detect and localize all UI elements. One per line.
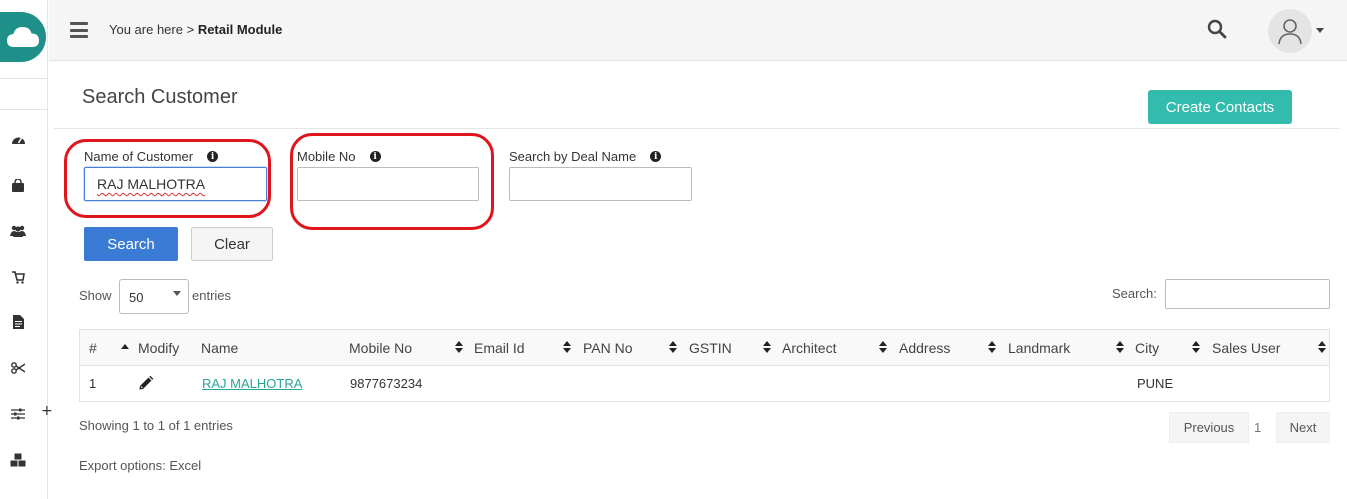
table-header: # Modify Name Mobile No Email Id PAN No … <box>80 330 1329 366</box>
sort-icon[interactable] <box>455 341 464 354</box>
scissors-icon[interactable] <box>10 360 26 376</box>
table-search-input[interactable] <box>1165 279 1330 309</box>
create-contacts-button[interactable]: Create Contacts <box>1148 90 1292 124</box>
breadcrumb-prefix: You are here > <box>109 22 195 37</box>
breadcrumb-current: Retail Module <box>197 22 283 37</box>
deal-name-label-text: Search by Deal Name <box>509 149 637 164</box>
top-bar: You are here > Retail Module <box>49 0 1347 61</box>
column-header-index[interactable]: # <box>89 340 97 356</box>
column-header-mobile[interactable]: Mobile No <box>349 340 412 356</box>
avatar[interactable] <box>1268 9 1312 53</box>
customer-name-label: Name of Customer i <box>84 149 219 164</box>
mobile-label-text: Mobile No <box>297 149 356 164</box>
row-city: PUNE <box>1137 376 1174 391</box>
table-search-label: Search: <box>1112 286 1157 301</box>
next-button[interactable]: Next <box>1276 412 1330 443</box>
info-icon[interactable]: i <box>650 151 662 162</box>
mobile-input[interactable] <box>297 167 479 201</box>
breadcrumb: You are here > Retail Module <box>109 21 282 39</box>
sort-icon[interactable] <box>763 341 772 354</box>
mobile-label: Mobile No i <box>297 149 381 164</box>
show-label: Show <box>79 288 112 303</box>
previous-button[interactable]: Previous <box>1169 412 1249 443</box>
user-menu-caret-icon[interactable] <box>1316 28 1324 33</box>
search-icon[interactable] <box>1207 19 1227 39</box>
sidebar-divider <box>0 78 48 79</box>
search-button[interactable]: Search <box>84 227 178 261</box>
customer-table: # Modify Name Mobile No Email Id PAN No … <box>79 329 1330 402</box>
row-index: 1 <box>89 376 97 391</box>
entries-select-value: 50 <box>129 290 144 305</box>
sidebar: + <box>0 0 53 499</box>
customer-name-link[interactable]: RAJ MALHOTRA <box>202 376 302 391</box>
column-header-modify: Modify <box>138 340 180 356</box>
cloud-logo[interactable] <box>0 12 46 62</box>
info-icon[interactable]: i <box>207 151 219 162</box>
expand-sidebar-icon[interactable]: + <box>41 403 53 419</box>
sort-icon[interactable] <box>988 341 997 354</box>
header-divider <box>54 128 1340 129</box>
column-header-address[interactable]: Address <box>899 340 950 356</box>
sort-icon[interactable] <box>563 341 572 354</box>
table-info: Showing 1 to 1 of 1 entries <box>79 418 233 433</box>
sidebar-divider <box>0 109 48 110</box>
column-header-sales-user[interactable]: Sales User <box>1212 340 1280 356</box>
document-icon[interactable] <box>10 314 26 330</box>
column-header-email[interactable]: Email Id <box>474 340 525 356</box>
sort-icon[interactable] <box>669 341 678 354</box>
entries-select[interactable]: 50 <box>119 279 189 314</box>
users-group-icon[interactable] <box>10 222 26 238</box>
dashboard-icon[interactable] <box>10 131 26 147</box>
cloud-icon <box>7 27 39 47</box>
deal-name-input[interactable] <box>509 167 692 201</box>
menu-toggle-icon[interactable] <box>70 22 88 38</box>
edit-pencil-icon[interactable] <box>138 375 154 391</box>
entries-label: entries <box>192 288 232 303</box>
info-icon[interactable]: i <box>369 151 381 162</box>
deal-name-label: Search by Deal Name i <box>509 149 662 164</box>
page-title: Search Customer <box>82 86 238 108</box>
export-options[interactable]: Export options: Excel <box>79 458 201 473</box>
sort-icon[interactable] <box>1192 341 1201 354</box>
column-header-landmark[interactable]: Landmark <box>1008 340 1070 356</box>
customer-name-value: RAJ MALHOTRA <box>97 176 206 192</box>
clear-button[interactable]: Clear <box>191 227 273 261</box>
column-header-name[interactable]: Name <box>201 340 238 356</box>
table-row: 1 RAJ MALHOTRA 9877673234 PUNE <box>80 366 1329 402</box>
sort-icon[interactable] <box>1318 341 1327 354</box>
column-header-gstin[interactable]: GSTIN <box>689 340 732 356</box>
customer-name-input[interactable]: RAJ MALHOTRA <box>84 167 267 201</box>
customer-name-label-text: Name of Customer <box>84 149 194 164</box>
sliders-icon[interactable] <box>10 406 26 422</box>
sort-icon[interactable] <box>1116 341 1125 354</box>
shopping-bag-icon[interactable] <box>10 177 26 193</box>
column-header-pan[interactable]: PAN No <box>583 340 633 356</box>
user-icon <box>1278 19 1302 45</box>
sort-icon[interactable] <box>879 341 888 354</box>
sort-asc-icon[interactable] <box>121 344 129 349</box>
column-header-city[interactable]: City <box>1135 340 1159 356</box>
column-header-architect[interactable]: Architect <box>782 340 836 356</box>
page-number-current[interactable]: 1 <box>1254 420 1261 435</box>
cart-icon[interactable] <box>10 269 26 285</box>
cubes-icon[interactable] <box>10 452 26 468</box>
row-mobile: 9877673234 <box>350 376 423 391</box>
chevron-down-icon <box>173 291 181 296</box>
